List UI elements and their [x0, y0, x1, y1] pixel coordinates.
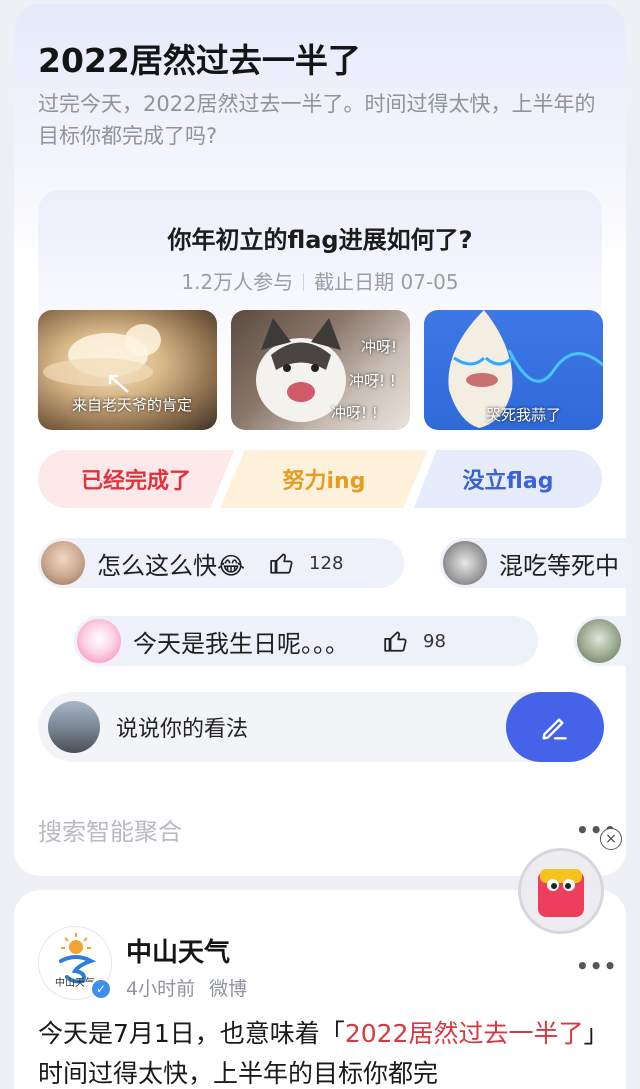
poll-deadline: 截止日期 07-05 — [314, 270, 459, 294]
thumbs-up-icon — [270, 553, 293, 574]
image-caption: 冲呀! ! — [349, 372, 396, 390]
verified-badge-icon: ✓ — [90, 978, 112, 1000]
thumbs-up-icon — [384, 631, 407, 652]
like-button[interactable]: 128 — [269, 550, 343, 576]
poll-meta: 1.2万人参与 截止日期 07-05 — [38, 266, 602, 295]
poll-options: 已经完成了 努力ing 没立flag — [38, 450, 602, 508]
poll-option-no-flag[interactable]: 没立flag — [414, 450, 602, 508]
avatar — [577, 619, 621, 663]
poll-card: 你年初立的flag进展如何了? 1.2万人参与 截止日期 07-05 来自老天爷的… — [38, 190, 603, 518]
danmaku-item[interactable]: 混吃等死中 — [440, 538, 626, 588]
topic-card: 2022居然过去一半了 过完今天，2022居然过去一半了。时间过得太快，上半年的… — [14, 4, 626, 876]
comment-placeholder: 说说你的看法 — [116, 717, 249, 742]
poll-image-cloud[interactable]: 来自老天爷的肯定 — [38, 310, 217, 430]
danmaku-item[interactable] — [574, 616, 626, 666]
like-count: 128 — [309, 552, 344, 574]
image-caption: 来自老天爷的肯定 — [72, 396, 193, 414]
danmaku-text: 今天是我生日呢。。。 — [133, 629, 349, 658]
danmaku-text: 怎么这么快😂 — [97, 551, 246, 580]
meta-divider — [303, 273, 305, 291]
avatar — [41, 541, 85, 585]
post-topic-link[interactable]: 2022居然过去一半了 — [345, 1019, 584, 1048]
user-avatar — [48, 701, 100, 753]
post-meta: 4小时前 微博 — [126, 974, 247, 1001]
mascot-icon — [538, 869, 584, 917]
search-aggregation-label: 搜索智能聚合 — [38, 818, 182, 846]
avatar — [443, 541, 487, 585]
poll-image-husky[interactable]: 冲呀! 冲呀! ! 冲呀! ! — [231, 310, 410, 430]
write-comment-button[interactable] — [506, 692, 604, 762]
pen-icon — [542, 718, 567, 740]
image-caption: 哭死我蒜了 — [486, 406, 562, 424]
topic-description: 过完今天，2022居然过去一半了。时间过得太快，上半年的目标你都完成了吗? — [38, 92, 596, 148]
poll-participants: 1.2万人参与 — [181, 270, 294, 294]
close-float-icon[interactable]: × — [600, 828, 622, 850]
poll-image-garlic[interactable]: 哭死我蒜了 — [424, 310, 603, 430]
more-icon[interactable]: ••• — [576, 954, 617, 978]
image-caption: 冲呀! ! — [331, 404, 378, 422]
like-button[interactable]: 98 — [383, 628, 446, 654]
comment-input-bar[interactable]: 说说你的看法 — [38, 692, 604, 762]
danmaku-text: 混吃等死中 — [499, 551, 619, 580]
poll-question: 你年初立的flag进展如何了? — [167, 226, 473, 254]
poll-option-working[interactable]: 努力ing — [220, 450, 428, 508]
post-text[interactable]: 今天是7月1日，也意味着「2022居然过去一半了」时间过得太快，上半年的目标你都… — [38, 1014, 604, 1089]
danmaku-item[interactable]: 今天是我生日呢。。。 98 — [74, 616, 538, 666]
avatar — [77, 619, 121, 663]
image-caption: 冲呀! — [361, 338, 398, 356]
floating-widget[interactable] — [518, 848, 604, 934]
post-source: 微博 — [209, 978, 248, 1000]
poll-option-done[interactable]: 已经完成了 — [38, 450, 234, 508]
post-text-before: 今天是7月1日，也意味着「 — [38, 1019, 345, 1048]
post-time: 4小时前 — [126, 978, 196, 1000]
danmaku-item[interactable]: 怎么这么快😂 128 — [38, 538, 404, 588]
topic-title: 2022居然过去一半了 — [38, 41, 361, 80]
account-name[interactable]: 中山天气 — [126, 932, 230, 969]
like-count: 98 — [423, 630, 446, 652]
